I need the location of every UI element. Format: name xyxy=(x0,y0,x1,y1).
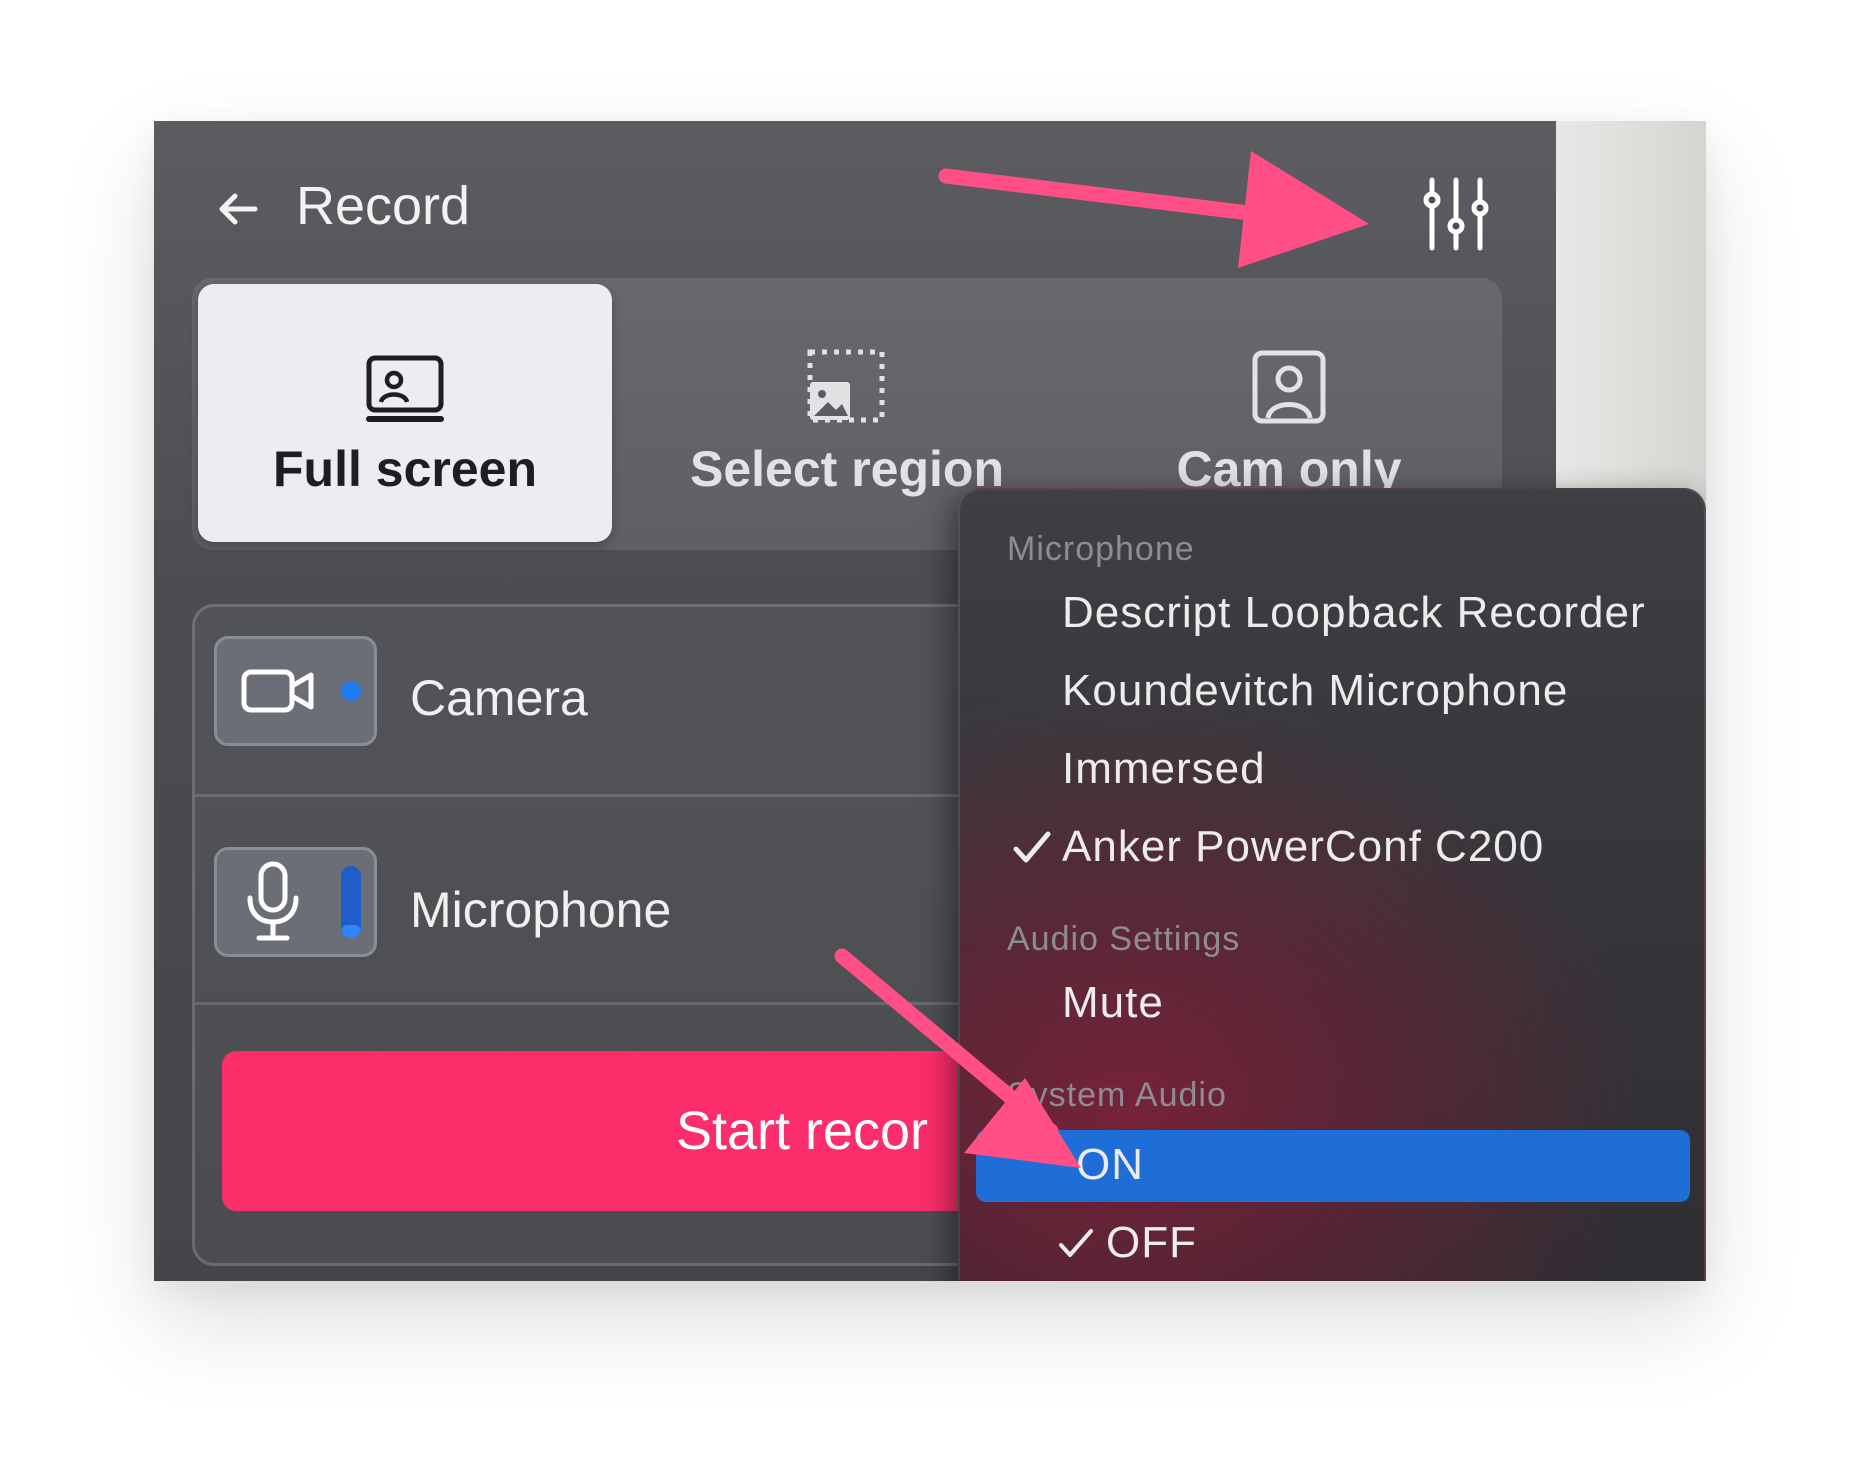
arrow-left-icon xyxy=(219,193,258,225)
microphone-icon xyxy=(247,861,299,941)
camera-status-dot xyxy=(341,681,361,701)
menu-header-audio-settings: Audio Settings xyxy=(1007,920,1241,958)
dashed-region-icon xyxy=(807,349,885,423)
tab-label: Select region xyxy=(690,441,1004,497)
menu-item-descript-loopback[interactable]: Descript Loopback Recorder xyxy=(960,578,1704,650)
settings-button[interactable] xyxy=(1411,169,1501,259)
menu-item-label: Mute xyxy=(1062,978,1164,1027)
menu-header-microphone: Microphone xyxy=(1007,530,1195,568)
checkmark-icon xyxy=(1010,826,1054,870)
start-recording-label: Start recor xyxy=(675,1101,929,1161)
camera-toggle-button[interactable] xyxy=(214,636,377,746)
menu-item-label: Koundevitch Microphone xyxy=(1062,666,1569,715)
video-camera-icon xyxy=(241,669,314,713)
person-square-icon xyxy=(1252,350,1326,424)
back-button[interactable] xyxy=(212,183,264,235)
camera-label: Camera xyxy=(410,670,588,726)
tab-full-screen[interactable]: Full screen xyxy=(198,284,612,542)
checkmark-icon xyxy=(1054,1222,1098,1266)
menu-header-system-audio: System Audio xyxy=(1007,1076,1227,1114)
monitor-person-icon xyxy=(366,355,444,422)
menu-item-label: Anker PowerConf C200 xyxy=(1062,822,1545,871)
page-title: Record xyxy=(296,176,471,236)
menu-item-immersed[interactable]: Immersed xyxy=(960,734,1704,806)
menu-item-system-audio-off[interactable]: OFF xyxy=(960,1208,1704,1280)
menu-item-label: Descript Loopback Recorder xyxy=(1062,588,1646,637)
menu-item-label: Immersed xyxy=(1062,744,1266,793)
screenshot-stage: Record Full screen Select region Cam onl… xyxy=(154,121,1706,1281)
menu-item-koundevitch-mic[interactable]: Koundevitch Microphone xyxy=(960,656,1704,728)
sliders-icon xyxy=(1423,177,1489,251)
menu-item-system-audio-on[interactable]: ON xyxy=(976,1130,1690,1202)
microphone-toggle-button[interactable] xyxy=(214,847,377,957)
microphone-level-meter xyxy=(341,866,361,938)
microphone-level-fill xyxy=(341,925,361,938)
tab-label: Full screen xyxy=(273,441,537,497)
audio-settings-menu: Microphone Descript Loopback Recorder Ko… xyxy=(958,488,1706,1281)
menu-item-label: ON xyxy=(1076,1140,1144,1189)
microphone-label: Microphone xyxy=(410,882,672,938)
menu-item-mute[interactable]: Mute xyxy=(960,968,1704,1040)
menu-item-anker-powerconf[interactable]: Anker PowerConf C200 xyxy=(960,812,1704,884)
menu-item-label: OFF xyxy=(1106,1218,1197,1267)
